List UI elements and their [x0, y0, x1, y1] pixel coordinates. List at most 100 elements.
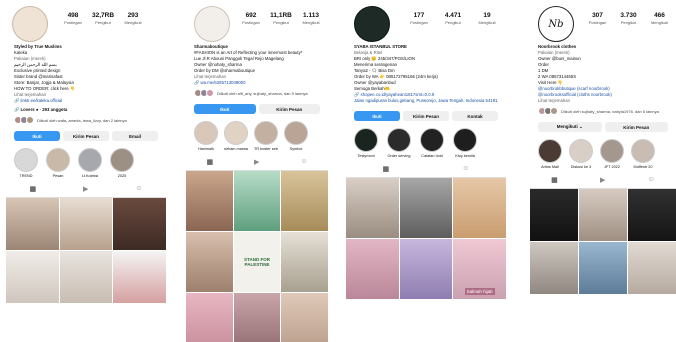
- post-thumbnail[interactable]: [113, 198, 166, 250]
- posts-stat[interactable]: 177 Postingan: [402, 12, 436, 25]
- post-thumbnail[interactable]: [399, 239, 453, 299]
- follow-button[interactable]: Ikuti: [194, 104, 256, 114]
- posts-count: 177: [413, 12, 425, 19]
- followed-by[interactable]: Diikuti oleh wafa, ameda, lewa_lizzy, da…: [6, 113, 166, 127]
- followers-stat[interactable]: 11,1RB Pengikut: [266, 12, 296, 25]
- profile-bio: Noorbrook clothes Pakaian (merek) Owner …: [530, 42, 676, 104]
- post-thumbnail[interactable]: [530, 189, 578, 241]
- post-thumbnail[interactable]: [453, 178, 506, 238]
- highlight-item[interactable]: TREND: [14, 148, 38, 178]
- post-thumbnail[interactable]: [6, 251, 59, 303]
- tagged-tab-icon[interactable]: ☺: [648, 176, 655, 184]
- followed-by[interactable]: Diikuti oleh sujhaty_sharma, nabyla1976,…: [530, 104, 676, 118]
- followers-stat[interactable]: 4.471 Pengikut: [436, 12, 470, 25]
- post-thumbnail[interactable]: [281, 293, 328, 342]
- posts-stat[interactable]: 692 Postingan: [236, 12, 266, 25]
- reels-tab-icon[interactable]: ▶: [254, 158, 259, 166]
- highlight-label: sirham marwa: [224, 147, 248, 151]
- contact-button[interactable]: Kontak: [452, 111, 498, 121]
- post-thumbnail[interactable]: [186, 171, 233, 231]
- followed-by[interactable]: Diikuti oleh alif_ariy, sujhaty_sharma, …: [186, 86, 328, 100]
- post-thumbnail[interactable]: [113, 251, 166, 303]
- highlight-item[interactable]: Hanimalk: [194, 121, 218, 151]
- following-label: Mengikuti: [650, 20, 669, 25]
- following-button[interactable]: Mengikuti ⌄: [538, 122, 602, 132]
- grid-tab-icon[interactable]: ▦: [206, 158, 213, 166]
- posts-stat[interactable]: 307 Postingan: [582, 12, 613, 25]
- highlight-item[interactable]: sirham marwa: [224, 121, 248, 151]
- highlight-label: TREND: [19, 174, 33, 178]
- message-button[interactable]: Kirim Pesan: [63, 131, 109, 141]
- highlight-item[interactable]: Testymoni: [354, 128, 378, 158]
- highlight-item[interactable]: Catatan hold: [420, 128, 444, 158]
- address-link[interactable]: Jalan ngadipuran bulus,gebang, Purworejo…: [354, 98, 498, 104]
- grid-tab-icon[interactable]: ▦: [551, 176, 558, 184]
- post-thumbnail[interactable]: [6, 198, 59, 250]
- post-thumbnail[interactable]: [233, 293, 281, 342]
- following-stat[interactable]: 19 Mengikuti: [470, 12, 504, 25]
- tagged-tab-icon[interactable]: ☺: [135, 185, 142, 193]
- highlight-item[interactable]: Order serving: [387, 128, 411, 158]
- grid-tab-icon[interactable]: ▦: [383, 165, 390, 173]
- reels-tab-icon[interactable]: ▶: [600, 176, 605, 184]
- post-thumbnail[interactable]: [186, 293, 233, 342]
- followers-stat[interactable]: 3.730 Pengikut: [613, 12, 644, 25]
- posts-stat[interactable]: 498 Postingan: [58, 12, 88, 25]
- post-thumbnail[interactable]: [346, 239, 399, 299]
- profile-bio: Styled by True Muslims Kaleka Pakaian (m…: [6, 42, 166, 113]
- following-stat[interactable]: 1.113 Mengikuti: [296, 12, 326, 25]
- highlight-item[interactable]: Muffestr 20: [631, 139, 655, 169]
- post-thumbnail[interactable]: STAND FOR PALESTINE: [233, 232, 281, 292]
- followers-stat[interactable]: 32,7RB Pengikut: [88, 12, 118, 25]
- post-thumbnail[interactable]: [281, 171, 328, 231]
- highlight-cover: [110, 148, 134, 172]
- highlight-item[interactable]: Ktoy kemila: [453, 128, 477, 158]
- profile-stats: 307 Postingan 3.730 Pengikut 466 Mengikuti: [582, 12, 675, 25]
- post-grid: [6, 198, 166, 303]
- tagged-tab-icon[interactable]: ☺: [462, 165, 469, 173]
- post-thumbnail[interactable]: [628, 189, 676, 241]
- followed-by-text: Diikuti oleh wafa, ameda, lewa_lizzy, da…: [37, 117, 127, 123]
- avatar[interactable]: [194, 6, 230, 42]
- bio-link[interactable]: 🔗 linktr.ee/kaleka.official: [14, 98, 158, 104]
- post-thumbnail[interactable]: [346, 178, 399, 238]
- post-thumbnail[interactable]: [579, 242, 627, 294]
- post-thumbnail[interactable]: [281, 232, 328, 292]
- post-thumbnail[interactable]: [59, 198, 113, 250]
- post-thumbnail[interactable]: Salmah hijab: [453, 239, 506, 299]
- message-button[interactable]: Kirim Pesan: [604, 122, 668, 132]
- highlight-item[interactable]: 2025: [110, 148, 134, 178]
- highlight-item[interactable]: Diskusi ke 3: [569, 139, 593, 169]
- post-thumbnail[interactable]: [530, 242, 578, 294]
- avatar[interactable]: Nb: [538, 6, 574, 42]
- highlight-item[interactable]: TR boster sebati: [254, 121, 278, 151]
- following-stat[interactable]: 293 Mengikuti: [118, 12, 148, 25]
- highlight-item[interactable]: Aritos Mall: [538, 139, 562, 169]
- message-button[interactable]: Kirim Pesan: [403, 111, 449, 121]
- highlight-item[interactable]: Pesan: [46, 148, 70, 178]
- following-stat[interactable]: 466 Mengikuti: [644, 12, 675, 25]
- follow-button[interactable]: Ikuti: [354, 111, 400, 121]
- grid-tab-icon[interactable]: ▦: [29, 185, 36, 193]
- message-button[interactable]: Kirim Pesan: [258, 104, 320, 114]
- highlight-cover: [387, 128, 411, 152]
- follow-button[interactable]: Ikuti: [14, 131, 60, 141]
- post-thumbnail[interactable]: [233, 171, 281, 231]
- highlight-cover: [420, 128, 444, 152]
- highlight-item[interactable]: JFT 2022: [600, 139, 624, 169]
- reels-tab-icon[interactable]: ▶: [83, 185, 88, 193]
- highlight-item[interactable]: Symbol: [284, 121, 308, 151]
- post-thumbnail[interactable]: [579, 189, 627, 241]
- tagged-tab-icon[interactable]: ☺: [300, 158, 307, 166]
- post-thumbnail[interactable]: [399, 178, 453, 238]
- profile-panel-sharma: 692 Postingan 11,1RB Pengikut 1.113 Mengiku…: [186, 0, 328, 342]
- post-grid: STAND FOR PALESTINE: [186, 171, 328, 342]
- post-thumbnail[interactable]: [186, 232, 233, 292]
- post-thumbnail[interactable]: [628, 242, 676, 294]
- highlight-label: Muffestr 20: [633, 165, 653, 169]
- highlight-item[interactable]: Lt.Koleksi: [78, 148, 102, 178]
- post-thumbnail[interactable]: [59, 251, 113, 303]
- avatar[interactable]: [354, 6, 390, 42]
- email-button[interactable]: Email: [112, 131, 158, 141]
- avatar[interactable]: [12, 6, 48, 42]
